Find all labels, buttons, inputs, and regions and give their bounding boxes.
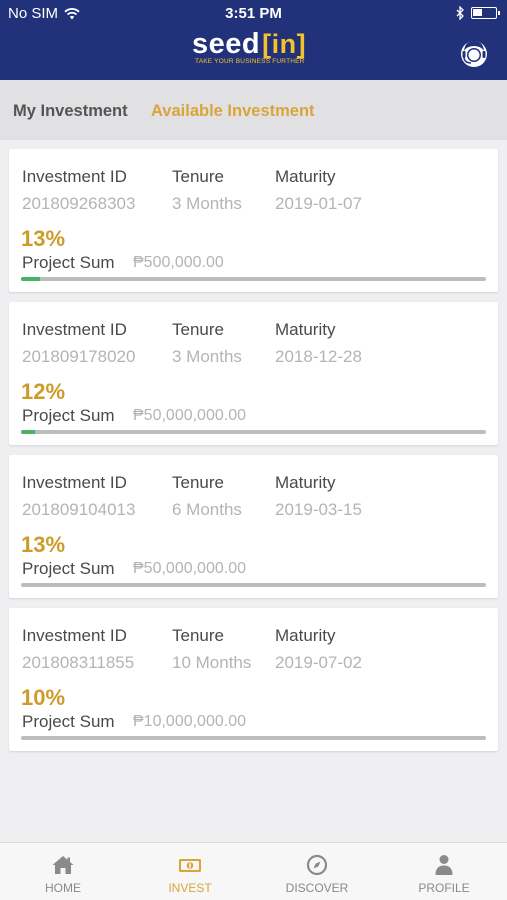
tenure-value: 6 Months <box>172 500 242 519</box>
funding-progress-fill <box>21 277 40 281</box>
maturity-label: Maturity <box>275 167 336 186</box>
home-icon <box>52 856 74 874</box>
investment-card[interactable]: Investment ID Tenure Maturity 2018091040… <box>9 455 498 598</box>
nav-profile[interactable]: PROFILE <box>381 843 507 900</box>
tenure-label: Tenure <box>172 473 224 492</box>
tenure-value: 3 Months <box>172 194 242 213</box>
investment-id-label: Investment ID <box>22 320 127 339</box>
logo-in-text: [in] <box>262 29 307 59</box>
project-sum-label: Project Sum <box>22 406 115 425</box>
funding-progress-bar <box>21 736 486 740</box>
maturity-label: Maturity <box>275 626 336 645</box>
project-sum-value: ₱10,000,000.00 <box>133 713 246 730</box>
investment-card[interactable]: Investment ID Tenure Maturity 2018083118… <box>9 608 498 751</box>
bottom-nav: HOME INVEST DISCOVER PROFILE <box>0 842 507 900</box>
maturity-value: 2018-12-28 <box>275 347 362 366</box>
compass-icon <box>306 854 328 876</box>
investment-id-value: 201809268303 <box>22 194 136 213</box>
maturity-label: Maturity <box>275 473 336 492</box>
logo-tagline: TAKE YOUR BUSINESS FURTHER <box>195 58 305 65</box>
investment-id-label: Investment ID <box>22 473 127 492</box>
nav-home[interactable]: HOME <box>0 843 126 900</box>
tenure-value: 3 Months <box>172 347 242 366</box>
interest-rate: 13% <box>21 226 66 251</box>
interest-rate: 10% <box>21 685 66 710</box>
investment-id-label: Investment ID <box>22 626 127 645</box>
funding-progress-fill <box>21 430 35 434</box>
tenure-label: Tenure <box>172 320 224 339</box>
nav-discover[interactable]: DISCOVER <box>254 843 380 900</box>
logo-main-text: seed <box>192 28 261 60</box>
project-sum-label: Project Sum <box>22 253 115 272</box>
investment-id-value: 201809178020 <box>22 347 136 366</box>
nav-profile-label: PROFILE <box>418 881 470 895</box>
support-agent-icon[interactable] <box>459 38 489 68</box>
status-time: 3:51 PM <box>225 5 282 22</box>
status-bar: No SIM 3:51 PM <box>0 0 507 28</box>
project-sum-value: ₱500,000.00 <box>133 254 224 271</box>
project-sum-label: Project Sum <box>22 712 115 731</box>
nav-home-label: HOME <box>45 881 81 895</box>
funding-progress-bar <box>21 583 486 587</box>
investment-tabs: My Investment Available Investment <box>0 80 507 140</box>
seedin-logo: seed [in] TAKE YOUR BUSINESS FURTHER <box>192 28 322 70</box>
investment-card[interactable]: Investment ID Tenure Maturity 2018091780… <box>9 302 498 445</box>
project-sum-label: Project Sum <box>22 559 115 578</box>
maturity-value: 2019-07-02 <box>275 653 362 672</box>
tenure-value: 10 Months <box>172 653 252 672</box>
battery-icon <box>471 7 500 19</box>
investment-id-label: Investment ID <box>22 167 127 186</box>
project-sum-value: ₱50,000,000.00 <box>133 407 246 424</box>
interest-rate: 13% <box>21 532 66 557</box>
tenure-label: Tenure <box>172 626 224 645</box>
maturity-label: Maturity <box>275 320 336 339</box>
investment-card[interactable]: Investment ID Tenure Maturity 2018092683… <box>9 149 498 292</box>
nav-discover-label: DISCOVER <box>285 881 349 895</box>
funding-progress-bar <box>21 430 486 434</box>
maturity-value: 2019-01-07 <box>275 194 362 213</box>
nav-invest[interactable]: INVEST <box>127 843 253 900</box>
interest-rate: 12% <box>21 379 66 404</box>
investment-id-value: 201808311855 <box>22 653 135 672</box>
person-icon <box>435 855 453 875</box>
bluetooth-icon <box>456 6 464 20</box>
nav-invest-label: INVEST <box>168 881 212 895</box>
money-icon <box>179 859 201 872</box>
tab-available-investment[interactable]: Available Investment <box>151 102 315 121</box>
app-header: No SIM 3:51 PM seed [in] TAKE YOUR BUSIN… <box>0 0 507 80</box>
funding-progress-bar <box>21 277 486 281</box>
tab-my-investment[interactable]: My Investment <box>13 102 128 121</box>
maturity-value: 2019-03-15 <box>275 500 362 519</box>
tenure-label: Tenure <box>172 167 224 186</box>
investment-id-value: 201809104013 <box>22 500 136 519</box>
project-sum-value: ₱50,000,000.00 <box>133 560 246 577</box>
